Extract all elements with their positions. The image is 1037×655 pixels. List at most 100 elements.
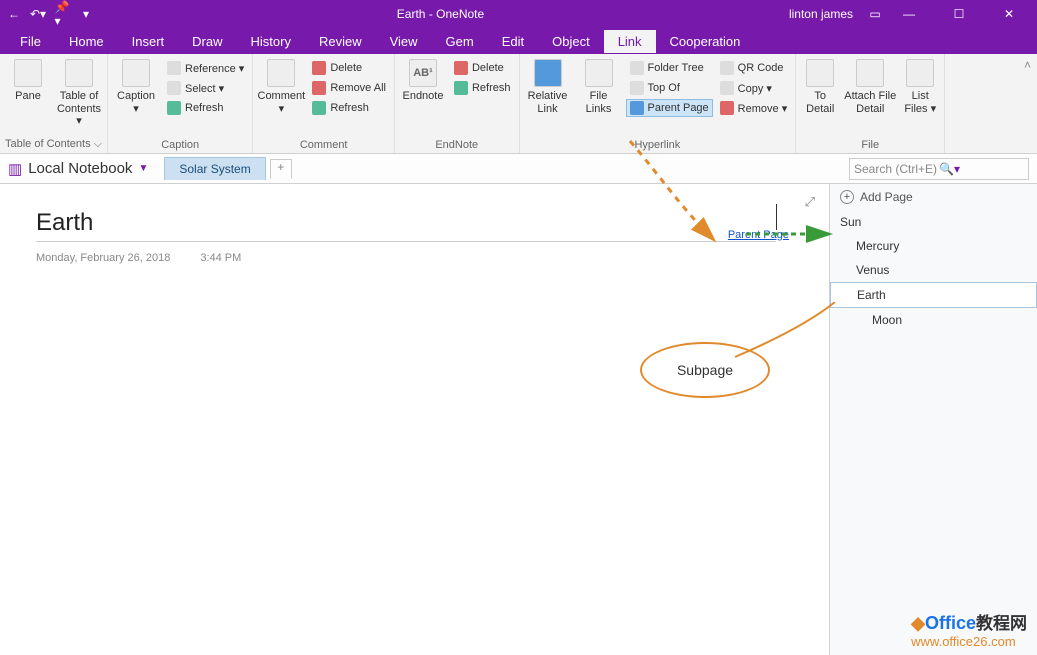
remove-icon: [720, 101, 734, 115]
attach-icon: [856, 59, 884, 87]
page-item-mercury[interactable]: Mercury: [830, 234, 1037, 258]
link-icon: [534, 59, 562, 87]
pin-icon[interactable]: 📌▾: [56, 8, 68, 20]
callout-text: Subpage: [677, 362, 733, 378]
pane-button[interactable]: Pane: [4, 57, 52, 105]
copy-button[interactable]: Copy ▾: [716, 79, 792, 97]
remove-button[interactable]: Remove ▾: [716, 99, 792, 117]
menu-file[interactable]: File: [6, 30, 55, 53]
caption-refresh-button[interactable]: Refresh: [163, 99, 248, 117]
group-file-label: File: [800, 137, 940, 153]
comment-removeall-button[interactable]: Remove All: [308, 79, 390, 97]
delete-icon: [312, 61, 326, 75]
menu-link[interactable]: Link: [604, 30, 656, 53]
text-cursor: [776, 204, 777, 230]
endnote-refresh-button[interactable]: Refresh: [450, 79, 515, 97]
search-input[interactable]: Search (Ctrl+E) 🔍▾: [849, 158, 1029, 180]
caption-icon: [122, 59, 150, 87]
attach-file-button[interactable]: Attach File Detail: [843, 57, 897, 117]
group-hyperlink-label: Hyperlink: [524, 137, 792, 153]
page-title[interactable]: Earth: [36, 209, 776, 237]
back-icon[interactable]: ←: [8, 8, 20, 20]
folder-tree-button[interactable]: Folder Tree: [626, 59, 713, 77]
parent-page-button[interactable]: Parent Page: [626, 99, 713, 117]
comment-button[interactable]: Comment ▾: [257, 57, 305, 117]
top-of-button[interactable]: Top Of: [626, 79, 713, 97]
page-item-venus[interactable]: Venus: [830, 258, 1037, 282]
group-comment-label: Comment: [257, 137, 390, 153]
topof-icon: [630, 81, 644, 95]
list-files-button[interactable]: List Files ▾: [900, 57, 940, 117]
file-links-button[interactable]: File Links: [575, 57, 623, 117]
menu-edit[interactable]: Edit: [488, 30, 538, 53]
refresh-icon: [454, 81, 468, 95]
menu-gem[interactable]: Gem: [432, 30, 488, 53]
undo-icon[interactable]: ↶▾: [32, 8, 44, 20]
minimize-button[interactable]: —: [887, 0, 931, 28]
relative-link-button[interactable]: Relative Link: [524, 57, 572, 117]
add-section-button[interactable]: +: [270, 159, 292, 179]
menu-bar: File Home Insert Draw History Review Vie…: [0, 28, 1037, 54]
content-area: ⤢ Earth Monday, February 26, 2018 3:44 P…: [0, 184, 1037, 655]
search-placeholder: Search (Ctrl+E): [854, 162, 939, 176]
reference-button[interactable]: Reference ▾: [163, 59, 248, 77]
select-icon: [167, 81, 181, 95]
section-tab[interactable]: Solar System: [164, 157, 265, 180]
page-item-moon[interactable]: Moon: [830, 308, 1037, 332]
subpage-callout: Subpage: [640, 342, 770, 398]
collapse-ribbon-icon[interactable]: ˄: [1024, 58, 1031, 72]
qat-more-icon[interactable]: ▾: [80, 8, 92, 20]
endnote-button[interactable]: AB¹Endnote: [399, 57, 447, 105]
refresh-icon: [167, 101, 181, 115]
group-toc-label: Table of Contents ⌵: [4, 136, 103, 153]
toc-icon: [65, 59, 93, 87]
page-item-sun[interactable]: Sun: [830, 210, 1037, 234]
caption-button[interactable]: Caption ▾: [112, 57, 160, 117]
file-links-icon: [585, 59, 613, 87]
page-editor[interactable]: ⤢ Earth Monday, February 26, 2018 3:44 P…: [0, 184, 829, 655]
to-detail-button[interactable]: To Detail: [800, 57, 840, 117]
title-bar: ← ↶▾ 📌▾ ▾ Earth - OneNote linton james ▭…: [0, 0, 1037, 28]
notebook-icon: ▥: [8, 160, 22, 178]
menu-view[interactable]: View: [376, 30, 432, 53]
notebook-selector[interactable]: ▥ Local Notebook ▼: [8, 160, 148, 178]
select-button[interactable]: Select ▾: [163, 79, 248, 97]
menu-insert[interactable]: Insert: [118, 30, 179, 53]
menu-home[interactable]: Home: [55, 30, 118, 53]
endnote-delete-button[interactable]: Delete: [450, 59, 515, 77]
menu-object[interactable]: Object: [538, 30, 604, 53]
menu-review[interactable]: Review: [305, 30, 376, 53]
add-page-button[interactable]: + Add Page: [830, 184, 1037, 210]
qr-icon: [720, 61, 734, 75]
folder-icon: [630, 61, 644, 75]
comment-refresh-button[interactable]: Refresh: [308, 99, 390, 117]
group-caption-label: Caption: [112, 137, 248, 153]
menu-draw[interactable]: Draw: [178, 30, 236, 53]
reference-icon: [167, 61, 181, 75]
maximize-button[interactable]: ☐: [937, 0, 981, 28]
parent-page-link[interactable]: Parent Page: [728, 229, 789, 241]
user-name[interactable]: linton james: [789, 7, 853, 21]
toc-button[interactable]: Table of Contents ▾: [55, 57, 103, 130]
page-date: Monday, February 26, 2018: [36, 252, 170, 264]
menu-history[interactable]: History: [237, 30, 305, 53]
comment-icon: [267, 59, 295, 87]
watermark: ◆Office教程网 www.office26.com: [911, 609, 1027, 649]
endnote-icon: AB¹: [409, 59, 437, 87]
page-item-earth[interactable]: Earth: [830, 282, 1037, 308]
menu-cooperation[interactable]: Cooperation: [656, 30, 755, 53]
chevron-down-icon: ▼: [138, 163, 148, 174]
notebook-name: Local Notebook: [28, 160, 132, 177]
close-button[interactable]: ✕: [987, 0, 1031, 28]
ribbon-options-icon[interactable]: ▭: [869, 8, 881, 20]
add-page-label: Add Page: [860, 190, 913, 204]
ribbon: Pane Table of Contents ▾ Table of Conten…: [0, 54, 1037, 154]
comment-delete-button[interactable]: Delete: [308, 59, 390, 77]
expand-icon[interactable]: ⤢: [805, 194, 815, 210]
parent-page-icon: [630, 101, 644, 115]
window-title: Earth - OneNote: [92, 7, 789, 21]
qr-code-button[interactable]: QR Code: [716, 59, 792, 77]
pane-icon: [14, 59, 42, 87]
search-icon: 🔍▾: [939, 162, 1024, 176]
notebook-bar: ▥ Local Notebook ▼ Solar System + Search…: [0, 154, 1037, 184]
